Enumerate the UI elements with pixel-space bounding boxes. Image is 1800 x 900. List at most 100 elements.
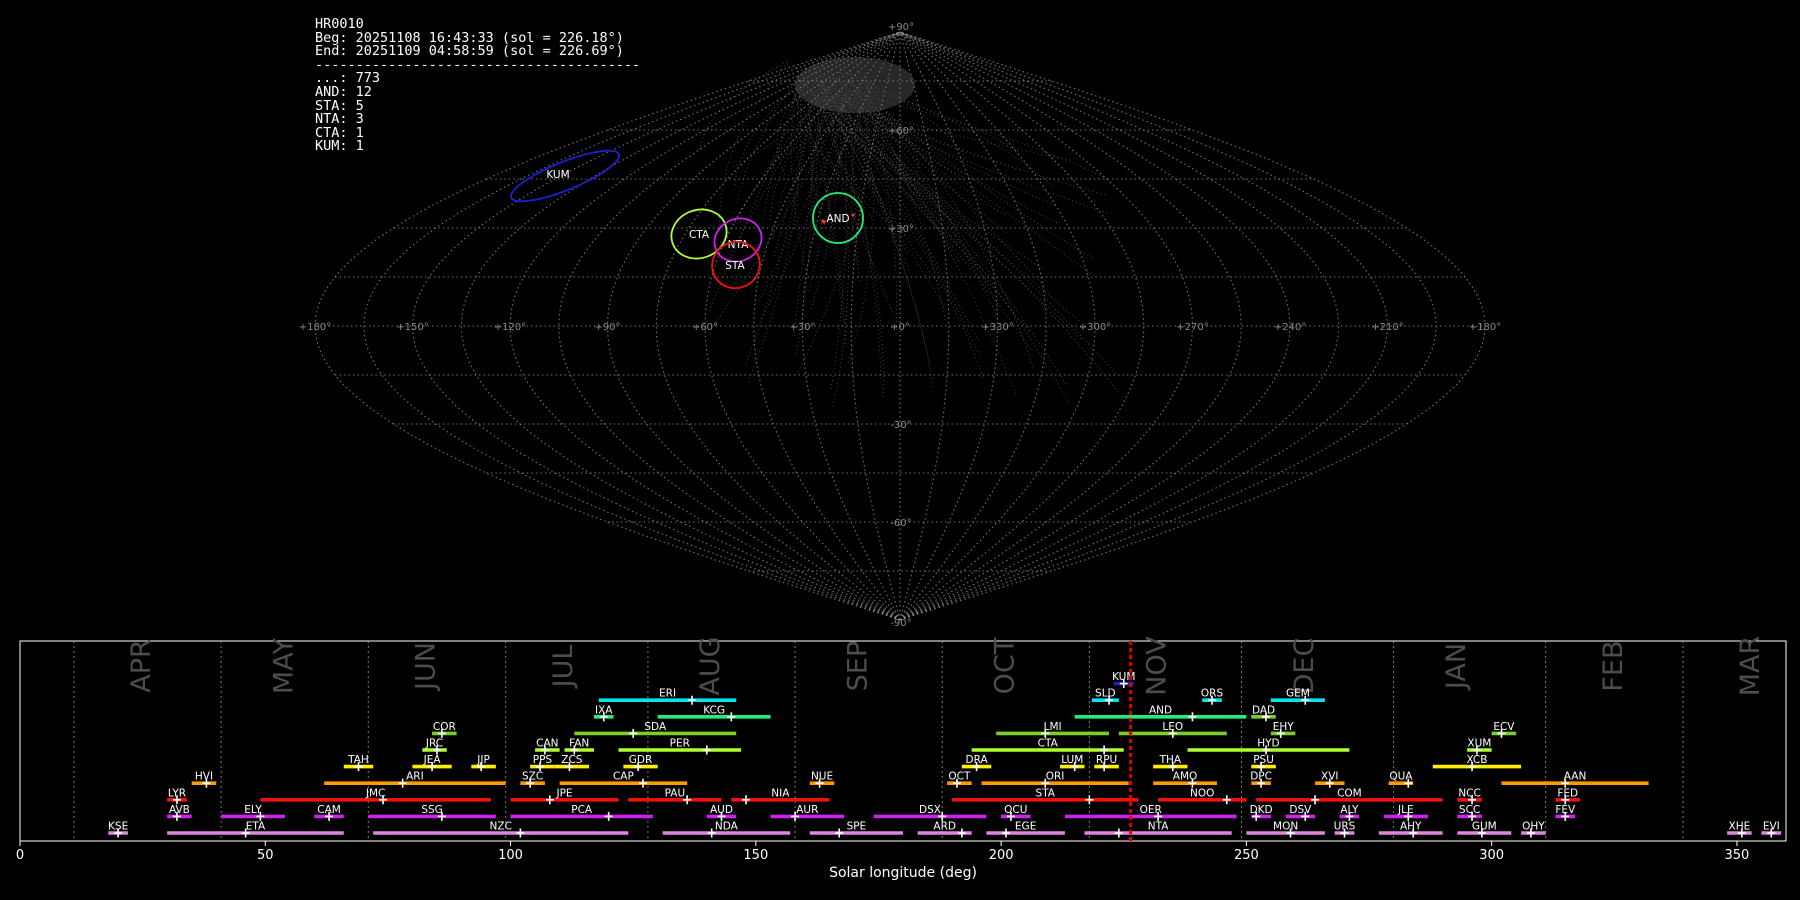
lon-tick-label: +270°: [1176, 322, 1208, 333]
meteor-trail: [791, 76, 808, 274]
shower-code-label: DAD: [1252, 704, 1275, 716]
shower-bar-dad: DAD: [1251, 704, 1276, 722]
lon-tick-label: +30°: [789, 322, 815, 333]
shower-code-label: XHE: [1729, 821, 1751, 833]
shower-bar-spe: SPE: [809, 821, 903, 838]
shower-code-label: QUA: [1389, 771, 1413, 783]
shower-bar-jjp: JJP: [471, 754, 496, 772]
shower-code-label: FED: [1557, 787, 1578, 799]
shower-code-label: GUM: [1472, 821, 1497, 833]
shower-code-label: AHY: [1400, 821, 1422, 833]
lon-tick-label: +90°: [594, 322, 620, 333]
lon-tick-label: +150°: [396, 322, 428, 333]
shower-bar-aan: AAN: [1501, 771, 1649, 788]
shower-bar-jea: JEA: [412, 754, 452, 772]
shower-code-label: LMI: [1044, 721, 1062, 733]
x-tick-label: 0: [16, 848, 24, 863]
x-tick-label: 50: [257, 848, 274, 863]
shower-bar-sta: STA: [952, 787, 1139, 805]
shower-code-label: FEV: [1555, 804, 1576, 816]
shower-bar-sda: SDA: [574, 721, 737, 738]
shower-code-label: OER: [1140, 804, 1162, 816]
meteor-trail: [825, 95, 1117, 375]
sky-map: +180° +150° +120° +90° +60° +30° +0° +330° +300°…: [299, 22, 1501, 629]
shower-bar-lum: LUM: [1059, 754, 1085, 772]
shower-bar-jle: JLE: [1383, 804, 1428, 821]
lon-tick-label: +180°: [1469, 322, 1501, 333]
shower-bar-ors: ORS: [1201, 688, 1223, 705]
x-tick-label: 200: [989, 848, 1014, 863]
shower-code-label: EVI: [1763, 821, 1780, 833]
shower-bar-fev: FEV: [1555, 804, 1576, 821]
shower-code-label: DRA: [966, 754, 989, 766]
x-tick-label: 100: [498, 848, 523, 863]
shower-bar-ori: ORI: [981, 771, 1129, 788]
shower-code-label: COR: [433, 721, 456, 733]
shower-code-label: PSU: [1253, 754, 1274, 766]
shower-code-label: EHY: [1273, 721, 1295, 733]
lat-tick-label: +60°: [888, 126, 914, 137]
shower-bar-lmi: LMI: [996, 721, 1110, 738]
shower-code-label: IXA: [595, 704, 613, 716]
shower-bar-tah: TAH: [343, 754, 374, 772]
shower-bar-ixa: IXA: [593, 704, 614, 722]
shower-code-label: CAP: [613, 771, 634, 783]
shower-code-label: ECV: [1493, 721, 1515, 733]
shower-bar-psu: PSU: [1251, 754, 1276, 772]
shower-code-label: URS: [1334, 821, 1356, 833]
shower-code-label: LEO: [1162, 721, 1183, 733]
info-header: HR0010 Beg: 20251108 16:43:33 (sol = 226.…: [315, 17, 640, 154]
radiant-label-cta: CTA: [689, 229, 710, 241]
lon-tick-label: +60°: [692, 322, 718, 333]
shower-code-label: KCG: [703, 704, 725, 716]
shower-bar-nzc: NZC: [373, 821, 629, 838]
month-label: SEP: [842, 641, 873, 691]
shower-code-label: ETA: [246, 821, 266, 833]
shower-bar-ncc: NCC: [1457, 787, 1482, 805]
shower-code-label: GDR: [629, 754, 653, 766]
shower-code-label: DPC: [1250, 771, 1272, 783]
shower-bar-aly: ALY: [1339, 804, 1360, 821]
lon-tick-label: +210°: [1371, 322, 1403, 333]
shower-bar-ege: EGE: [986, 821, 1065, 838]
shower-code-label: HYD: [1257, 738, 1279, 750]
shower-code-label: AMO: [1173, 771, 1198, 783]
month-label: APR: [126, 639, 157, 693]
x-tick-label: 300: [1479, 848, 1504, 863]
meteor-trail: [845, 75, 1017, 395]
month-label: OCT: [990, 637, 1021, 694]
shower-bar-dkd: DKD: [1250, 804, 1273, 821]
shower-bar-mon: MON: [1246, 821, 1325, 838]
lon-tick-label: +180°: [299, 322, 331, 333]
x-tick-label: 350: [1725, 848, 1750, 863]
meteor-trail: [853, 83, 1045, 287]
shower-code-label: SLD: [1095, 688, 1116, 700]
shower-bar-zcs: ZCS: [554, 754, 590, 772]
shower-code-label: AUR: [796, 804, 818, 816]
shower-code-label: RPU: [1096, 754, 1117, 766]
shower-bar-ssg: SSG: [368, 804, 496, 821]
shower-code-label: CTA: [1038, 738, 1059, 750]
shower-code-label: ERI: [659, 688, 676, 700]
shower-code-label: DSV: [1289, 804, 1312, 816]
month-label: AUG: [695, 636, 726, 695]
lat-tick-label: -30°: [890, 420, 911, 431]
shower-bar-jrc: JRC: [422, 738, 447, 755]
shower-code-label: JRC: [425, 738, 443, 750]
shower-code-label: OCT: [948, 771, 971, 783]
shower-bar-noo: NOO: [1158, 787, 1247, 805]
shower-code-label: COM: [1337, 787, 1362, 799]
shower-code-label: PCA: [571, 804, 593, 816]
shower-code-label: PAU: [665, 787, 686, 799]
shower-bar-jpe: JPE: [510, 787, 619, 805]
shower-bar-ehy: EHY: [1270, 721, 1296, 738]
shower-code-label: EGE: [1015, 821, 1036, 833]
shower-code-label: ARD: [933, 821, 956, 833]
shower-bar-avb: AVB: [167, 804, 192, 821]
shower-bar-hyd: HYD: [1187, 738, 1350, 755]
month-label: JAN: [1441, 643, 1472, 691]
shower-code-label: KSE: [108, 821, 128, 833]
shower-code-label: SSG: [421, 804, 442, 816]
meteor-trail: [843, 93, 1095, 277]
shower-code-label: DSX: [919, 804, 941, 816]
